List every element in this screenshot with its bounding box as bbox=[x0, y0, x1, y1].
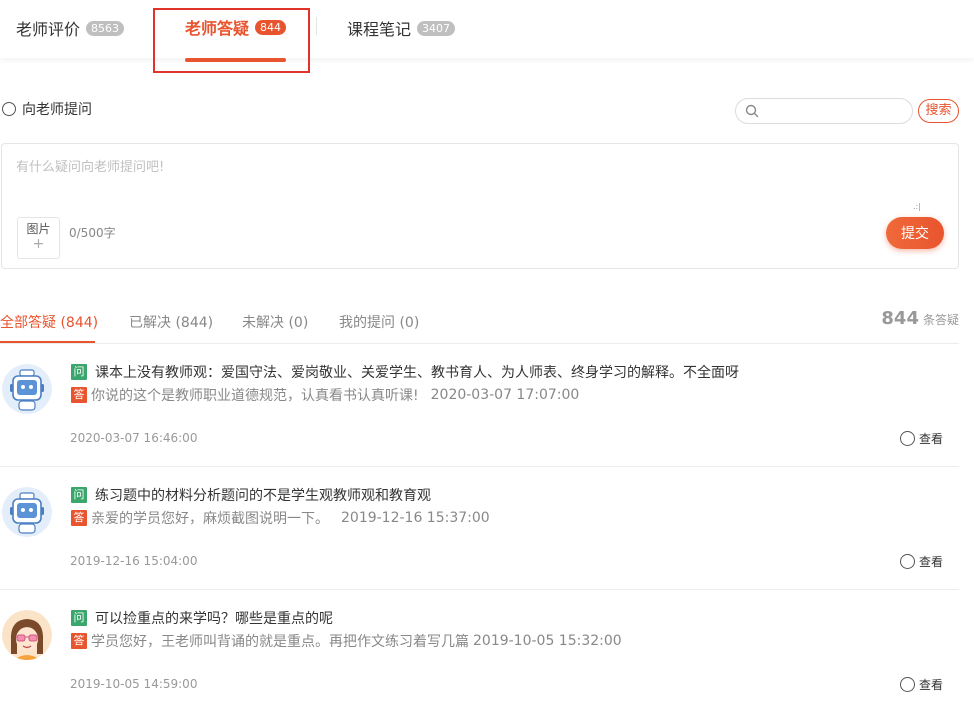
qa-list-item: 问 可以捡重点的来学吗？哪些是重点的呢 答 学员您好，王老师叫背诵的就是重点。再… bbox=[0, 590, 959, 702]
tab-label: 老师答疑 bbox=[185, 19, 250, 38]
view-label: 查看 bbox=[919, 678, 944, 692]
submit-button[interactable]: 提交 bbox=[886, 217, 944, 249]
answer-tag: 答 bbox=[71, 510, 87, 526]
question-tag: 问 bbox=[71, 487, 87, 503]
tab-label: 老师评价 bbox=[16, 20, 81, 39]
upload-image-label: 图片 bbox=[26, 222, 51, 236]
question-content: 课本上没有教师观：爱国守法、爱岗敬业、关爱学生、教书育人、为人师表、终身学习的解… bbox=[95, 365, 739, 381]
answer-time: 2019-12-16 15:37:00 bbox=[341, 510, 490, 526]
girl-avatar bbox=[2, 610, 52, 660]
answer-content: 学员您好，王老师叫背诵的就是重点。再把作文练习着写几篇 bbox=[91, 634, 469, 650]
tab-course-notes[interactable]: 课程笔记 3407 bbox=[347, 16, 456, 40]
view-button[interactable]: 查看 bbox=[900, 430, 943, 447]
question-content: 可以捡重点的来学吗？哪些是重点的呢 bbox=[95, 611, 333, 627]
view-button[interactable]: 查看 bbox=[900, 676, 943, 693]
answer-time: 2020-03-07 17:07:00 bbox=[430, 387, 580, 403]
search-input[interactable] bbox=[762, 102, 907, 120]
question-content: 练习题中的材料分析题问的不是学生观教师观和教育观 bbox=[95, 488, 431, 504]
search-icon bbox=[745, 104, 759, 118]
total-unit: 条答疑 bbox=[922, 313, 959, 327]
answer-time: 2019-10-05 15:32:00 bbox=[473, 633, 622, 649]
answer-text: 答 亲爱的学员您好，麻烦截图说明一下。 2019-12-16 15:37:00 bbox=[71, 508, 490, 528]
tab-teacher-qa[interactable]: 老师答疑 844 bbox=[185, 15, 287, 39]
search-box bbox=[735, 98, 913, 124]
ask-teacher-label: 向老师提问 bbox=[22, 102, 92, 118]
question-text: 问 课本上没有教师观：爱国守法、爱岗敬业、关爱学生、教书育人、为人师表、终身学习… bbox=[71, 362, 739, 382]
question-time: 2019-12-16 15:04:00 bbox=[70, 554, 198, 568]
view-label: 查看 bbox=[919, 555, 944, 569]
tab-divider bbox=[316, 17, 317, 35]
view-circle-icon bbox=[900, 431, 915, 446]
tab-count-badge: 844 bbox=[255, 19, 287, 35]
filter-my-questions[interactable]: 我的提问 (0) bbox=[339, 312, 419, 332]
radio-circle-icon bbox=[2, 102, 16, 116]
qa-list-item: 问 练习题中的材料分析题问的不是学生观教师观和教育观 答 亲爱的学员您好，麻烦截… bbox=[0, 467, 959, 590]
view-circle-icon bbox=[900, 554, 915, 569]
question-tag: 问 bbox=[71, 364, 87, 380]
question-text: 问 练习题中的材料分析题问的不是学生观教师观和教育观 bbox=[71, 485, 431, 505]
view-label: 查看 bbox=[919, 432, 944, 446]
plus-icon: + bbox=[32, 236, 45, 252]
question-tag: 问 bbox=[71, 610, 87, 626]
answer-content: 亲爱的学员您好，麻烦截图说明一下。 bbox=[91, 511, 329, 527]
answer-content: 你说的这个是教师职业道德规范，认真看书认真听课! bbox=[91, 388, 419, 404]
tab-count-badge: 8563 bbox=[86, 20, 125, 36]
answer-tag: 答 bbox=[71, 387, 87, 403]
resize-grip-icon[interactable]: .:| bbox=[913, 202, 921, 211]
view-circle-icon bbox=[900, 677, 915, 692]
question-panel: .:| 图片 + 0/500字 提交 bbox=[1, 143, 959, 269]
answer-text: 答 学员您好，王老师叫背诵的就是重点。再把作文练习着写几篇 2019-10-05… bbox=[71, 631, 622, 651]
tab-teacher-evaluation[interactable]: 老师评价 8563 bbox=[16, 16, 125, 40]
robot-avatar bbox=[2, 487, 52, 537]
answer-tag: 答 bbox=[71, 633, 87, 649]
total-count: 844 条答疑 bbox=[881, 308, 959, 329]
filter-solved[interactable]: 已解决 (844) bbox=[129, 312, 213, 332]
robot-avatar bbox=[2, 364, 52, 414]
search-button[interactable]: 搜索 bbox=[918, 99, 959, 123]
answer-text: 答 你说的这个是教师职业道德规范，认真看书认真听课! 2020-03-07 17… bbox=[71, 385, 579, 405]
qa-list-item: 问 课本上没有教师观：爱国守法、爱岗敬业、关爱学生、教书育人、为人师表、终身学习… bbox=[0, 344, 959, 467]
filter-unsolved[interactable]: 未解决 (0) bbox=[242, 312, 308, 332]
question-time: 2020-03-07 16:46:00 bbox=[70, 431, 198, 445]
filter-all[interactable]: 全部答疑 (844) bbox=[0, 312, 98, 332]
char-counter: 0/500字 bbox=[69, 226, 116, 240]
question-text: 问 可以捡重点的来学吗？哪些是重点的呢 bbox=[71, 608, 333, 628]
question-time: 2019-10-05 14:59:00 bbox=[70, 677, 198, 691]
total-number: 844 bbox=[881, 308, 919, 329]
upload-image-button[interactable]: 图片 + bbox=[17, 217, 60, 259]
tab-label: 课程笔记 bbox=[347, 20, 412, 39]
view-button[interactable]: 查看 bbox=[900, 553, 943, 570]
active-tab-underline bbox=[185, 58, 286, 62]
question-textarea[interactable] bbox=[16, 156, 916, 196]
top-tabs: 老师评价 8563 老师答疑 844 课程笔记 3407 bbox=[0, 0, 974, 58]
ask-teacher-option[interactable]: 向老师提问 bbox=[2, 99, 92, 119]
tab-count-badge: 3407 bbox=[417, 20, 456, 36]
